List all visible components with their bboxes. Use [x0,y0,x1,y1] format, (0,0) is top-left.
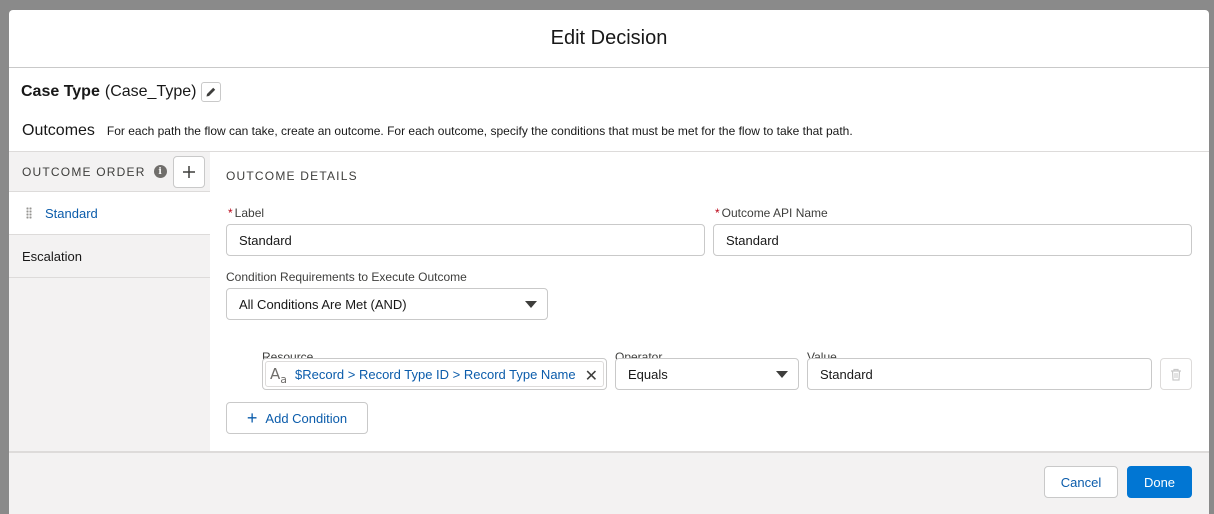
label-input[interactable]: Standard [226,224,705,256]
api-name-input[interactable]: Standard [713,224,1192,256]
chevron-down-icon [776,371,788,378]
add-condition-button[interactable]: + Add Condition [226,402,368,434]
value-input-value: Standard [820,366,873,382]
condition-requirements-label: Condition Requirements to Execute Outcom… [226,270,467,284]
required-marker: * [715,206,720,220]
outcome-order-header: OUTCOME ORDER i [9,152,210,192]
outcome-details-panel: OUTCOME DETAILS * Label Standard * Outcome… [210,152,1209,452]
trash-icon [1171,368,1181,381]
outcomes-heading: Outcomes For each path the flow can take… [22,122,853,140]
plus-icon [182,165,195,178]
outcome-item-label: Escalation [22,248,82,264]
modal-title: Edit Decision [550,27,668,49]
condition-requirements-select[interactable]: All Conditions Are Met (AND) [226,288,548,320]
outcomes-description: For each path the flow can take, create … [106,124,853,138]
value-input[interactable]: Standard [807,358,1152,390]
resource-value: $Record > Record Type ID > Record Type N… [295,366,576,382]
add-outcome-button[interactable] [172,155,205,188]
pencil-icon [206,87,216,97]
api-name-field-label: * Outcome API Name [715,206,828,220]
add-condition-label: Add Condition [265,410,348,426]
drag-handle-icon[interactable] [26,207,32,219]
modal-footer: Cancel Done [9,451,1209,514]
outcome-details-title: OUTCOME DETAILS [226,169,358,183]
info-icon[interactable]: i [153,165,167,178]
modal-header: Edit Decision [9,10,1209,68]
outcome-order-sidebar: OUTCOME ORDER i Standard Escalation [9,152,210,452]
edit-decision-modal: Edit Decision Case Type (Case_Type) Outc… [9,10,1209,514]
edit-name-button[interactable] [201,82,222,102]
outcome-item-label: Standard [45,205,98,221]
text-type-icon: Aa [270,365,288,386]
cancel-button[interactable]: Cancel [1044,466,1118,498]
label-field-label: * Label [228,206,265,220]
resource-pill[interactable]: Aa $Record > Record Type ID > Record Typ… [265,361,604,387]
operator-value: Equals [628,366,668,382]
clear-resource-icon[interactable]: ✕ [585,366,598,386]
done-button[interactable]: Done [1127,466,1192,498]
required-marker: * [228,206,233,220]
outcomes-body: OUTCOME ORDER i Standard Escalation OUTC… [9,151,1209,452]
element-api-name: (Case_Type) [104,83,197,100]
outcome-item-standard[interactable]: Standard [9,192,210,235]
label-input-value: Standard [239,232,292,248]
outcome-order-title: OUTCOME ORDER [22,164,146,179]
element-label: Case Type [21,83,100,100]
api-name-input-value: Standard [726,232,779,248]
plus-icon: + [246,408,258,428]
operator-select[interactable]: Equals [615,358,799,390]
delete-condition-button[interactable] [1160,358,1192,390]
outcome-item-escalation[interactable]: Escalation [9,235,210,278]
element-name-row: Case Type (Case_Type) [21,82,222,102]
resource-picker[interactable]: Aa $Record > Record Type ID > Record Typ… [262,358,607,390]
outcomes-title: Outcomes [22,122,95,139]
chevron-down-icon [525,301,537,308]
condition-requirements-value: All Conditions Are Met (AND) [239,296,407,312]
